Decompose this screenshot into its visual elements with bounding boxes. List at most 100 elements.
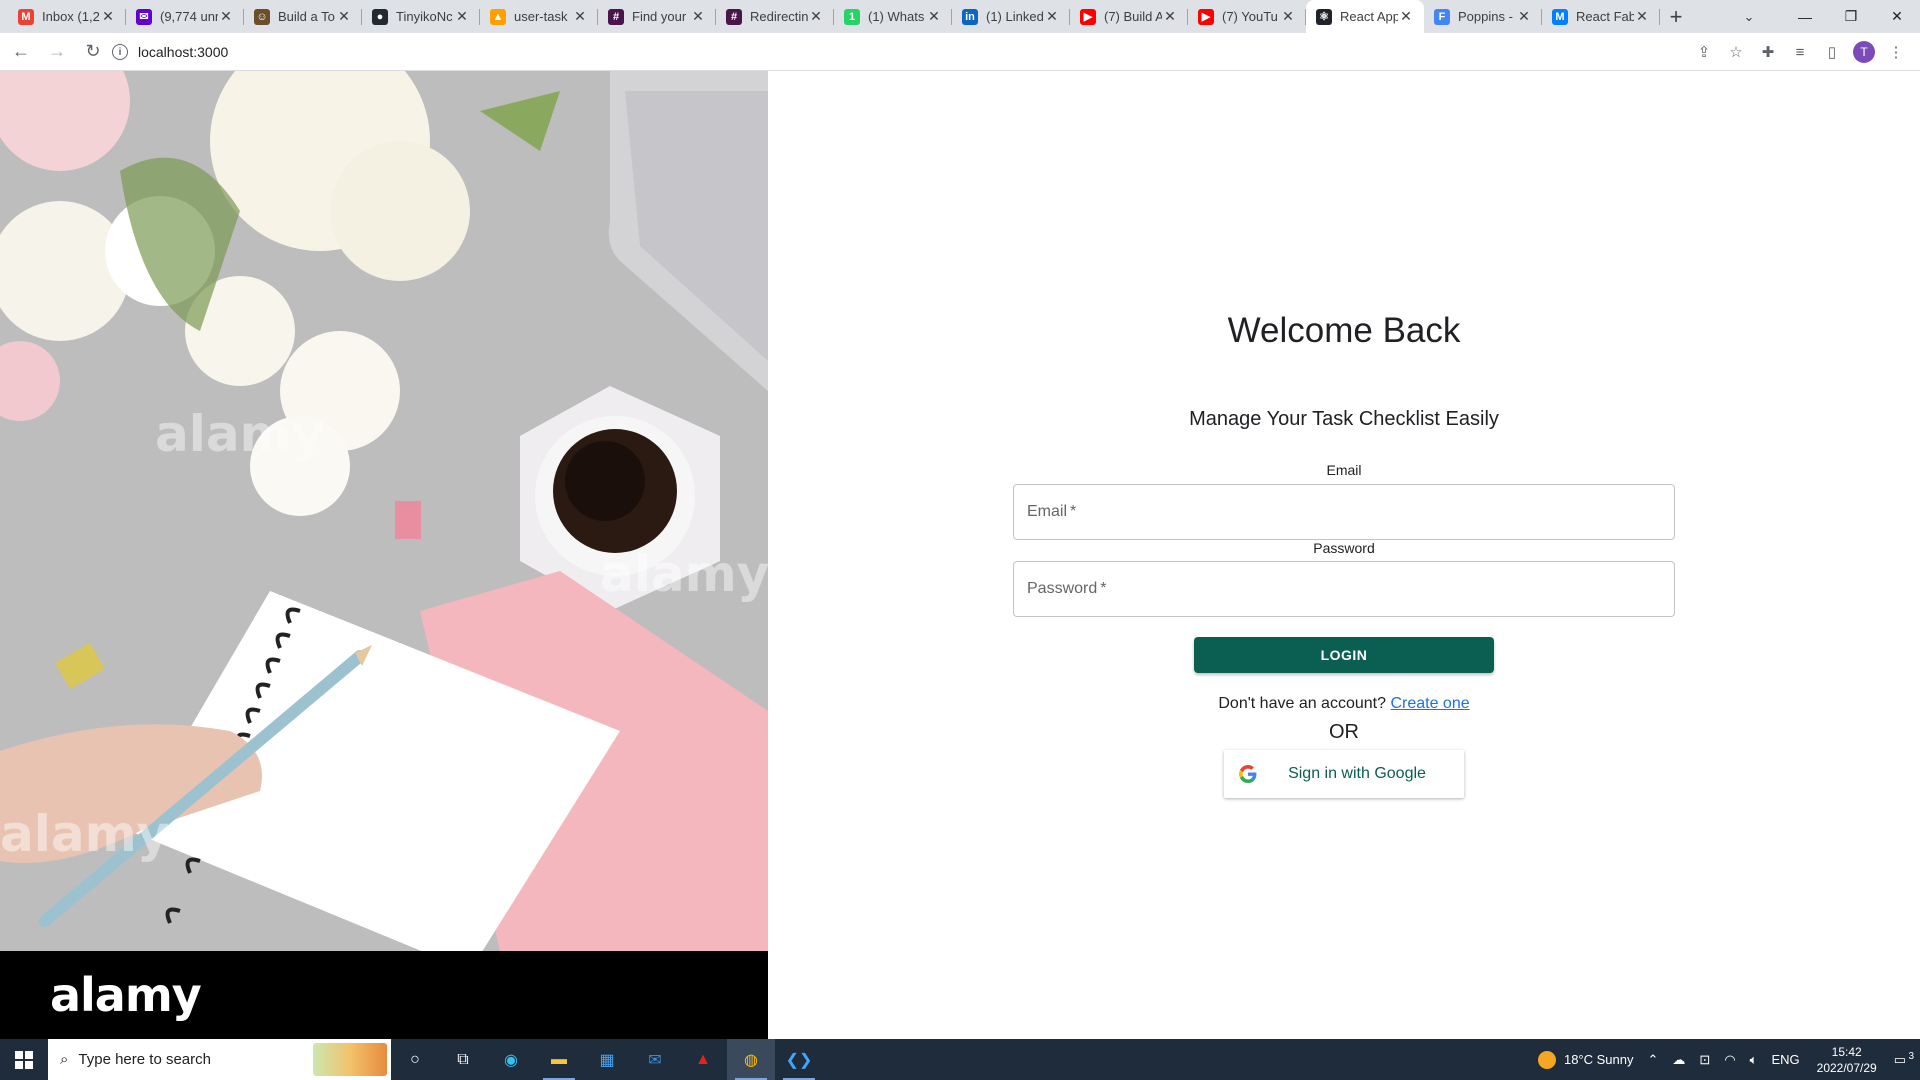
required-marker: * [1070,503,1077,520]
github-icon: ● [372,8,388,25]
notification-count-badge: 3 [1908,1050,1914,1062]
password-placeholder: Password [1027,580,1098,597]
site-info-icon[interactable]: i [112,44,128,60]
hero-stock-photo: alamy alamy alamy alamy [0,71,768,1039]
avatar: T [1853,41,1875,63]
close-tab-icon[interactable]: ✕ [572,8,588,25]
cortana-icon[interactable]: ○ [391,1039,439,1080]
or-divider: OR [1329,721,1359,743]
mui-icon: M [1552,8,1568,25]
close-tab-icon[interactable]: ✕ [1398,8,1414,25]
freecodecamp-icon: ☺ [254,8,270,25]
tab-search-chevron-icon[interactable]: ⌄ [1726,0,1772,33]
back-arrow-icon[interactable]: ← [6,37,36,67]
edge-browser-icon[interactable]: ◉ [487,1039,535,1080]
required-marker: * [1100,580,1107,597]
close-tab-icon[interactable]: ✕ [808,8,824,25]
password-label: Password [1313,540,1375,556]
clock-date: 2022/07/29 [1816,1060,1877,1075]
browser-tab[interactable]: ▶ (7) YouTu ✕ [1188,0,1306,33]
browser-tab[interactable]: M React Fab ✕ [1542,0,1660,33]
wifi-icon[interactable]: ◠ [1717,1052,1742,1068]
browser-tab[interactable]: M Inbox (1,2 ✕ [8,0,126,33]
signup-prompt: Don't have an account? Create one [1013,695,1675,713]
tab-title: Inbox (1,2 [42,9,100,24]
reload-icon[interactable]: ↻ [78,37,108,67]
password-field[interactable]: Password * [1013,561,1675,617]
google-logo-icon [1224,750,1272,798]
tray-overflow-chevron-icon[interactable]: ⌃ [1641,1052,1666,1068]
search-icon: ⌕ [60,1051,69,1068]
browser-tab[interactable]: in (1) Linked ✕ [952,0,1070,33]
share-icon[interactable]: ⇪ [1688,37,1720,67]
onedrive-cloud-icon[interactable]: ☁ [1665,1052,1692,1068]
tab-title: (7) Build A [1104,9,1162,24]
browser-tab[interactable]: ▲ user-task ✕ [480,0,598,33]
browser-tab[interactable]: # Find your ✕ [598,0,716,33]
taskbar-clock[interactable]: 15:42 2022/07/29 [1807,1044,1887,1076]
vscode-icon[interactable]: ❮❯ [775,1039,823,1080]
tab-title: React App [1340,9,1398,24]
reading-list-icon[interactable]: ≡ [1784,37,1816,67]
google-sign-in-button[interactable]: Sign in with Google [1224,750,1464,798]
task-view-icon[interactable]: ⧉ [439,1039,487,1080]
weather-widget[interactable]: 18°C Sunny [1531,1050,1641,1069]
mail-app-icon[interactable]: ✉ [631,1039,679,1080]
browser-tab[interactable]: ⚛ React App ✕ [1306,0,1424,33]
bookmark-star-icon[interactable]: ☆ [1720,37,1752,67]
windows-start-icon[interactable] [0,1039,48,1080]
close-window-icon[interactable]: ✕ [1874,0,1920,33]
email-label: Email [1326,462,1362,478]
close-tab-icon[interactable]: ✕ [100,8,116,25]
language-indicator[interactable]: ENG [1764,1052,1806,1067]
volume-icon[interactable]: 🔈︎ [1743,1052,1765,1068]
kebab-menu-icon[interactable]: ⋮ [1880,37,1912,67]
close-tab-icon[interactable]: ✕ [218,8,234,25]
extensions-puzzle-icon[interactable]: ✚ [1752,37,1784,67]
side-panel-icon[interactable]: ▯ [1816,37,1848,67]
stock-photo-banner: alamy [0,951,768,1039]
forward-arrow-icon[interactable]: → [42,37,72,67]
svg-text:alamy: alamy [600,545,768,603]
address-bar[interactable]: i localhost:3000 [112,37,1712,67]
close-tab-icon[interactable]: ✕ [1280,8,1296,25]
browser-tab[interactable]: ✉ (9,774 unr ✕ [126,0,244,33]
create-account-link[interactable]: Create one [1390,695,1469,712]
restore-icon[interactable]: ❐ [1828,0,1874,33]
youtube-icon: ▶ [1198,8,1214,25]
close-tab-icon[interactable]: ✕ [1516,8,1532,25]
close-tab-icon[interactable]: ✕ [1044,8,1060,25]
microsoft-store-icon[interactable]: ▦ [583,1039,631,1080]
address-bar-url: localhost:3000 [138,44,229,60]
weather-text: 18°C Sunny [1563,1052,1634,1067]
email-field[interactable]: Email * [1013,484,1675,540]
file-explorer-icon[interactable]: ▬ [535,1039,583,1080]
close-tab-icon[interactable]: ✕ [454,8,470,25]
tab-title: (9,774 unr [160,9,218,24]
close-tab-icon[interactable]: ✕ [1634,8,1650,25]
close-tab-icon[interactable]: ✕ [336,8,352,25]
minimize-icon[interactable]: — [1782,0,1828,33]
tab-title: user-task [514,9,568,24]
login-button[interactable]: LOGIN [1194,637,1494,673]
acrobat-reader-icon[interactable]: ▲ [679,1039,727,1080]
browser-tab[interactable]: F Poppins - ✕ [1424,0,1542,33]
close-tab-icon[interactable]: ✕ [926,8,942,25]
slack-icon: # [726,8,742,25]
alamy-logo: alamy [50,968,202,1022]
new-tab-plus-icon[interactable]: + [1660,0,1692,33]
chrome-taskbar-icon[interactable]: ◍ [727,1039,775,1080]
notification-center-icon[interactable]: ▭ 3 [1887,1050,1920,1068]
search-highlight-art [313,1043,387,1076]
browser-tab[interactable]: ▶ (7) Build A ✕ [1070,0,1188,33]
browser-tab[interactable]: ☺ Build a To ✕ [244,0,362,33]
taskbar-search-box[interactable]: ⌕ Type here to search [48,1039,391,1080]
browser-tab[interactable]: # Redirectin ✕ [716,0,834,33]
close-tab-icon[interactable]: ✕ [1162,8,1178,25]
linkedin-icon: in [962,8,978,25]
browser-tab[interactable]: 1 (1) Whats ✕ [834,0,952,33]
usb-device-icon[interactable]: ⊡ [1692,1052,1717,1068]
profile-avatar[interactable]: T [1848,37,1880,67]
close-tab-icon[interactable]: ✕ [690,8,706,25]
browser-tab[interactable]: ● TinyikoNc ✕ [362,0,480,33]
